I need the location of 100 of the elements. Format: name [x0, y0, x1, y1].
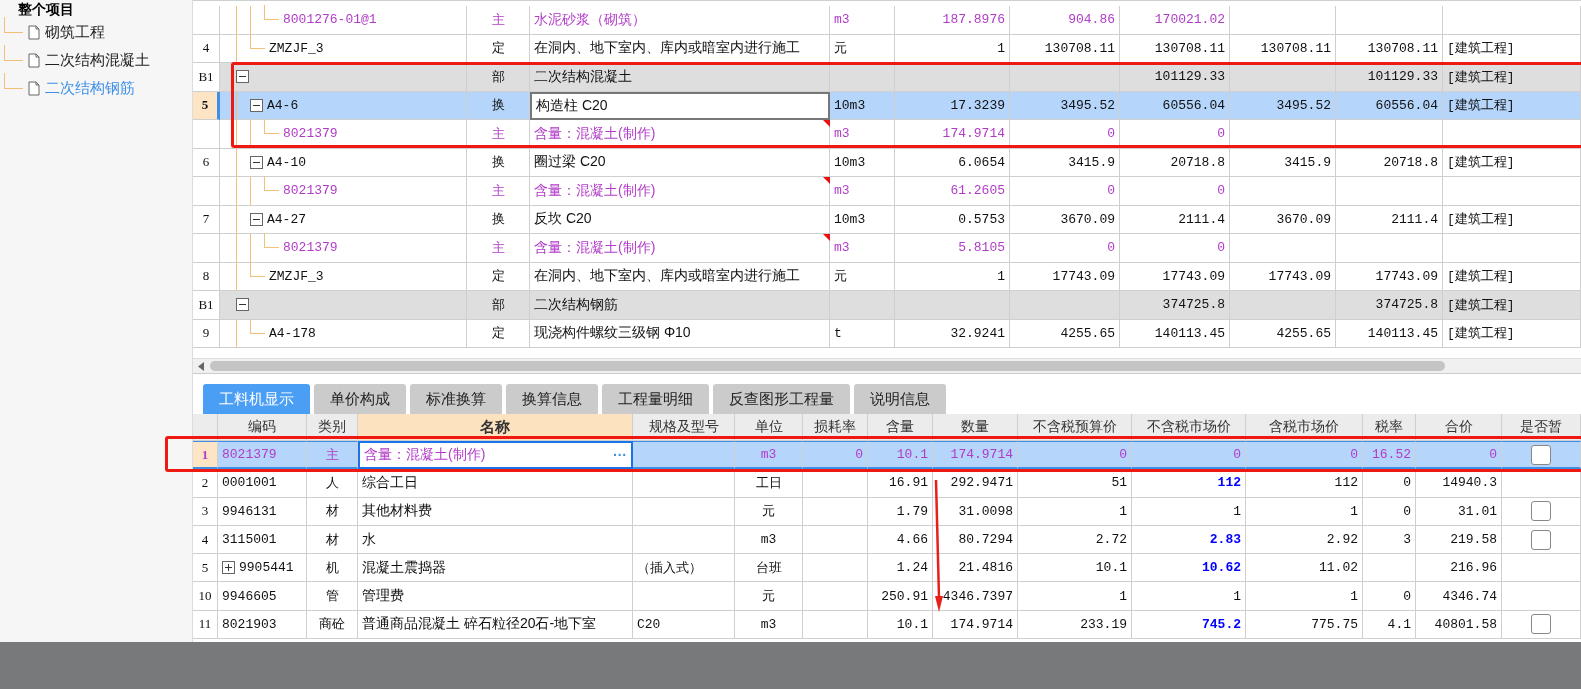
checkbox[interactable]: [1531, 444, 1551, 465]
tab[interactable]: 说明信息: [854, 384, 946, 414]
table-row[interactable]: 5 9905441 机 混凝土震捣器 （插入式） 台班 1.24 21.4816 10.1 10.62 11.02 216.96: [193, 554, 1581, 583]
row-number: 7: [193, 205, 220, 234]
table-cell: 292.9471: [933, 469, 1018, 498]
edit-field[interactable]: 构造柱 C20: [530, 91, 830, 120]
table-row[interactable]: 9 A4-178 定 现浇构件螺纹三级钢 Φ10 t 32.9241 4255.65 140113.45 4255.65 140113.45 [建筑工程]: [193, 319, 1581, 348]
checkbox[interactable]: [1531, 501, 1551, 522]
collapse-box-icon[interactable]: [250, 212, 263, 226]
tree-item[interactable]: 砌筑工程: [45, 22, 105, 42]
table-cell: 主: [467, 6, 530, 35]
table-cell: [830, 63, 895, 92]
tab[interactable]: 换算信息: [506, 384, 598, 414]
table-cell: 9946605: [218, 582, 307, 611]
table-cell: 904.86: [1010, 6, 1120, 35]
table-cell: 1: [1246, 582, 1363, 611]
document-icon: [28, 24, 40, 40]
table-row[interactable]: 8021379 主 含量：混凝土(制作) m3 174.9714 0 0: [193, 120, 1581, 149]
table-cell: 水泥砂浆（砌筑）: [530, 6, 830, 35]
item-code: 8021379: [283, 240, 338, 256]
collapse-box-icon[interactable]: [250, 155, 263, 169]
table-cell: [建筑工程]: [1443, 91, 1581, 120]
table-cell: 170021.02: [1120, 6, 1230, 35]
checkbox[interactable]: [1531, 614, 1551, 635]
tab[interactable]: 单价构成: [314, 384, 406, 414]
table-row[interactable]: B1 部 二次结构钢筋 374725.8 374725.8 [建筑工程]: [193, 291, 1581, 320]
tree-item[interactable]: 整个项目: [0, 0, 192, 18]
table-row[interactable]: 3 9946131 材 其他材料费 元 1.79 31.0098 1 1 1 0 31.01: [193, 497, 1581, 526]
table-cell: 16.52: [1363, 441, 1416, 470]
tab[interactable]: 反查图形工程量: [713, 384, 850, 414]
table-row[interactable]: B1 部 二次结构混凝土 101129.33 101129.33 [建筑工程]: [193, 63, 1581, 92]
table-cell: [803, 525, 868, 555]
table-cell: 130708.11: [1230, 34, 1336, 63]
table-cell: 1: [1132, 497, 1246, 526]
item-code: 8001276-01@1: [283, 12, 377, 28]
table-cell: 定: [467, 34, 530, 63]
table-cell: [建筑工程]: [1443, 319, 1581, 348]
table-cell: 101129.33: [1336, 63, 1443, 92]
table-row[interactable]: 10 9946605 管 管理费 元 250.91 4346.7397 1 1 1 0 4346.74: [193, 582, 1581, 611]
table-cell: 反坎 C20: [530, 205, 830, 234]
tab[interactable]: 标准换算: [410, 384, 502, 414]
table-cell: 775.75: [1246, 610, 1363, 640]
table-cell: 130708.11: [1120, 34, 1230, 63]
item-code: ZMZJF_3: [269, 268, 324, 284]
table-cell: 二次结构混凝土: [530, 63, 830, 92]
table-cell: 374725.8: [1336, 291, 1443, 320]
table-cell: 8021379: [218, 441, 307, 470]
tab[interactable]: 工程量明细: [602, 384, 709, 414]
table-cell: 人: [307, 469, 358, 498]
table-row[interactable]: 8021379 主 含量：混凝土(制作) m3 61.2605 0 0: [193, 177, 1581, 206]
table-cell: 含量：混凝土(制作): [530, 234, 830, 263]
table-cell: 20718.8: [1120, 148, 1230, 177]
item-code: ZMZJF_3: [269, 40, 324, 56]
table-cell: [830, 291, 895, 320]
table-row[interactable]: 5 A4-6 换 构造柱 C20 10m3 17.3239 3495.52 60556.04 3495.52 60556.04 [建筑工程]: [193, 91, 1581, 120]
table-cell: 8021903: [218, 610, 307, 640]
table-cell: 61.2605: [895, 177, 1010, 206]
table-cell: 112: [1246, 469, 1363, 498]
table-cell: 主: [467, 120, 530, 149]
table-row[interactable]: 11 8021903 商砼 普通商品混凝土 碎石粒径20石-地下室 C20 m3 10.1 174.9714 233.19 745.2 775.75 4.1 40801.58: [193, 610, 1581, 640]
table-cell: 台班: [735, 554, 803, 583]
table-cell: 4.66: [868, 525, 933, 555]
scroll-left-icon[interactable]: [198, 361, 204, 371]
row-number: 1: [193, 441, 218, 470]
table-cell: 1.24: [868, 554, 933, 583]
table-row[interactable]: 4 ZMZJF_3 定 在洞内、地下室内、库内或暗室内进行施工 元 1 130708.11 130708.11 130708.11 130708.11 [建筑工程]: [193, 34, 1581, 63]
table-row[interactable]: 4 3115001 材 水 m3 4.66 80.7294 2.72 2.83 2.92 3 219.58: [193, 525, 1581, 555]
table-cell: 10m3: [830, 148, 895, 177]
collapse-box-icon[interactable]: [250, 98, 263, 112]
table-row[interactable]: 7 A4-27 换 反坎 C20 10m3 0.5753 3670.09 2111.4 3670.09 2111.4 [建筑工程]: [193, 205, 1581, 234]
table-row[interactable]: 1 8021379 主 含量：混凝土(制作) ··· m3 0 10.1 174.9714 0 0 0 16.52 0: [193, 441, 1581, 470]
expand-box-icon[interactable]: [222, 561, 235, 575]
edit-field[interactable]: 含量：混凝土(制作) ···: [358, 441, 633, 470]
table-cell: 普通商品混凝土 碎石粒径20石-地下室: [358, 610, 633, 640]
table-row[interactable]: 8001276-01@1 主 水泥砂浆（砌筑） m3 187.8976 904.86 170021.02: [193, 6, 1581, 35]
table-cell: 4346.74: [1416, 582, 1502, 611]
table-cell: 3: [1363, 525, 1416, 555]
table-row[interactable]: 6 A4-10 换 圈过梁 C20 10m3 6.0654 3415.9 20718.8 3415.9 20718.8 [建筑工程]: [193, 148, 1581, 177]
table-cell: 0: [1010, 120, 1120, 149]
table-cell: [803, 497, 868, 526]
table-cell: 含量：混凝土(制作): [530, 177, 830, 206]
table-cell: 21.4816: [933, 554, 1018, 583]
table-cell: 0.5753: [895, 205, 1010, 234]
table-cell: 部: [467, 63, 530, 92]
collapse-box-icon[interactable]: [236, 298, 249, 312]
tree-item[interactable]: 二次结构混凝土: [45, 50, 150, 70]
table-cell: 综合工日: [358, 469, 633, 498]
collapse-box-icon[interactable]: [236, 70, 249, 84]
horizontal-scrollbar[interactable]: [193, 358, 1581, 373]
table-cell: 51: [1018, 469, 1132, 498]
table-cell: 40801.58: [1416, 610, 1502, 640]
table-cell: m3: [735, 610, 803, 640]
table-cell: 1: [1018, 497, 1132, 526]
row-number: 2: [193, 469, 218, 498]
checkbox[interactable]: [1531, 529, 1551, 550]
table-cell: 10.62: [1132, 554, 1246, 583]
scrollbar-thumb[interactable]: [210, 361, 1445, 371]
table-row[interactable]: 8021379 主 含量：混凝土(制作) m3 5.8105 0 0: [193, 234, 1581, 263]
table-row[interactable]: 2 0001001 人 综合工日 工日 16.91 292.9471 51 112 112 0 14940.3: [193, 469, 1581, 498]
table-cell: 二次结构钢筋: [530, 291, 830, 320]
